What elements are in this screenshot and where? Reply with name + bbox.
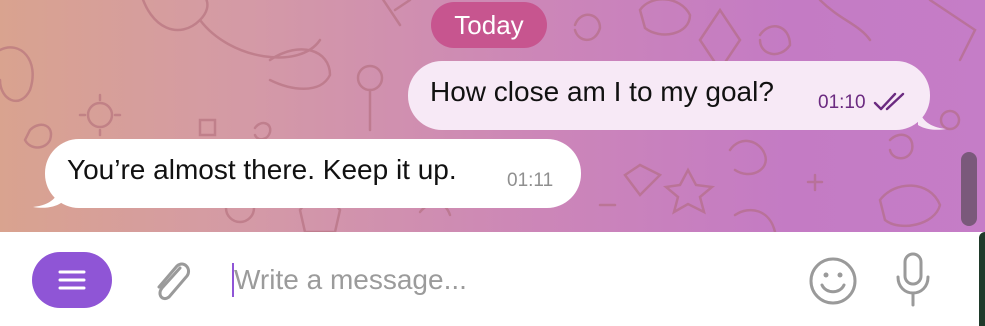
menu-button[interactable] [32,252,112,308]
smiley-icon [809,257,857,305]
message-input-wrapper [230,260,774,300]
text-caret [232,263,234,297]
message-time: 01:11 [507,170,554,191]
message-text: You’re almost there. Keep it up. [67,154,457,185]
scrollbar-thumb[interactable] [961,152,977,226]
incoming-bubble-tail [33,183,61,208]
attach-button[interactable] [148,252,196,308]
message-history[interactable]: Today How close am I to my goal? 01:10 Y… [0,0,985,232]
double-check-icon [873,92,905,111]
microphone-icon [896,252,930,307]
message-time: 01:10 [818,92,866,113]
window-edge [979,232,985,326]
outgoing-message-bubble[interactable]: How close am I to my goal? 01:10 [408,61,946,130]
message-text: How close am I to my goal? [430,76,774,107]
chat-window: Today How close am I to my goal? 01:10 Y… [0,0,985,326]
message-composer [0,232,985,326]
outgoing-bubble-tail [918,105,946,130]
paperclip-icon [157,262,191,301]
emoji-button[interactable] [806,254,860,308]
menu-icon [58,270,86,290]
message-input[interactable] [230,260,774,300]
incoming-message-bubble[interactable]: You’re almost there. Keep it up. 01:11 [33,139,581,208]
voice-message-button[interactable] [892,250,934,310]
date-separator-badge: Today [431,2,547,48]
date-label: Today [454,9,524,40]
